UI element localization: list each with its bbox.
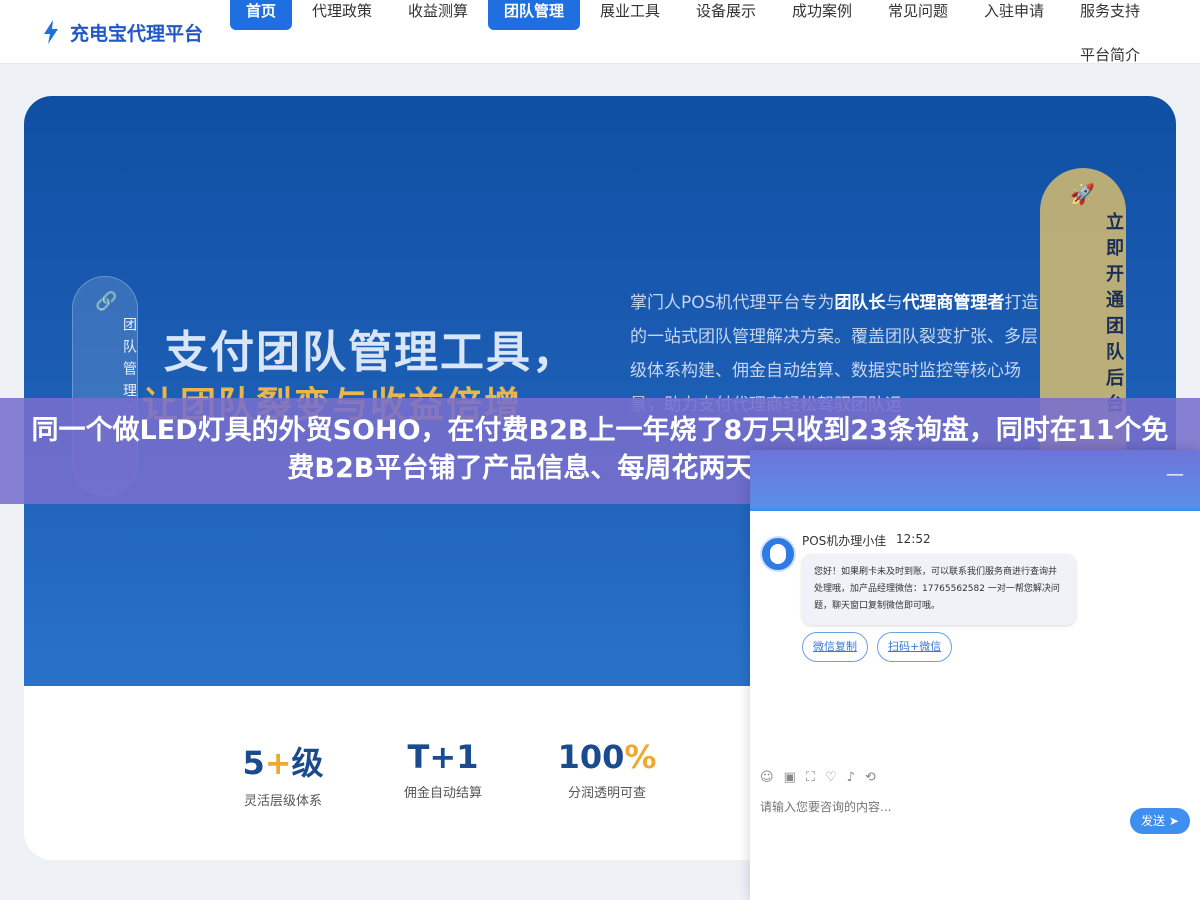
nav-item-about[interactable]: 平台简介 — [1080, 44, 1140, 66]
open-team-backend-label: 立即开通团队后台 — [1103, 212, 1124, 420]
chat-header: — — [750, 450, 1200, 508]
minimize-icon[interactable]: — — [1166, 464, 1184, 485]
chat-message-input[interactable] — [760, 800, 1120, 814]
lightning-icon — [44, 20, 58, 44]
agent-message: 您好！如果刷卡未及时到账，可以联系我们服务商进行查询并处理哦，加产品经理微信：1… — [802, 554, 1076, 625]
image-icon[interactable]: ▣ — [784, 770, 796, 785]
rate-icon[interactable]: ♡ — [825, 770, 837, 785]
nav-item-cases[interactable]: 成功案例 — [792, 0, 852, 22]
stat-label: 佣金自动结算 — [403, 786, 482, 801]
nav-item-support[interactable]: 服务支持 — [1080, 0, 1140, 22]
stat-item: 5+级 灵活层级体系 — [208, 738, 358, 809]
voice-icon[interactable]: ♪ — [847, 770, 855, 785]
nav-item-tools[interactable]: 展业工具 — [600, 0, 660, 22]
brand-logo[interactable]: 充电宝代理平台 — [40, 18, 203, 46]
nav-item-team[interactable]: 团队管理 — [488, 0, 581, 30]
chat-header-divider — [750, 508, 1200, 511]
stat-label: 分润透明可查 — [567, 786, 646, 801]
brand-name: 充电宝代理平台 — [70, 22, 204, 45]
rocket-icon: 🚀 — [1070, 182, 1095, 206]
stat-value: 100% — [557, 738, 657, 776]
stat-item: 100% 分润透明可查 — [532, 738, 682, 801]
link-icon: 🔗 — [95, 291, 118, 312]
top-navbar: 充电宝代理平台 首页 代理政策 收益测算 团队管理 展业工具 设备展示 成功案例… — [0, 0, 1200, 64]
stat-value: T+1 — [407, 738, 479, 776]
message-time: 12:52 — [896, 532, 931, 546]
history-icon[interactable]: ⟲ — [865, 770, 876, 785]
nav-item-home[interactable]: 首页 — [230, 0, 293, 30]
chat-toolbar: ☺ ▣ ⛶ ♡ ♪ ⟲ — [760, 770, 876, 785]
nav-item-faq[interactable]: 常见问题 — [888, 0, 948, 22]
hero-title: 支付团队管理工具， — [164, 327, 578, 378]
copy-wechat-button[interactable]: 微信复制 — [802, 632, 868, 662]
scan-wechat-button[interactable]: 扫码+微信 — [877, 632, 953, 662]
chat-widget: — POS机办理小佳 12:52 您好！如果刷卡未及时到账，可以联系我们服务商进… — [750, 450, 1200, 900]
emoji-icon[interactable]: ☺ — [760, 770, 774, 785]
screenshot-icon[interactable]: ⛶ — [806, 770, 815, 785]
agent-name: POS机办理小佳 — [802, 534, 887, 548]
nav-item-apply[interactable]: 入驻申请 — [984, 0, 1044, 22]
stat-value: 5+级 — [242, 744, 324, 782]
avatar — [760, 536, 796, 572]
nav-item-income[interactable]: 收益测算 — [408, 0, 468, 22]
nav-item-policy[interactable]: 代理政策 — [312, 0, 372, 22]
nav-item-devices[interactable]: 设备展示 — [696, 0, 756, 22]
stat-label: 灵活层级体系 — [243, 794, 322, 809]
stat-item: T+1 佣金自动结算 — [368, 738, 518, 801]
send-button[interactable]: 发送 ➤ — [1130, 808, 1190, 834]
